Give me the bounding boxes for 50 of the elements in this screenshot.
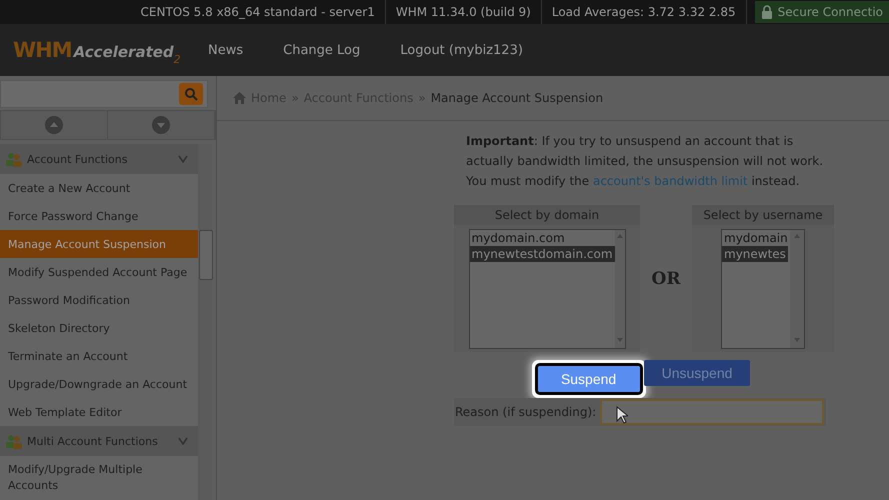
logo-version: 2 — [174, 53, 181, 66]
sidebar-item[interactable]: Skeleton Directory — [0, 314, 198, 342]
caret-icon — [178, 155, 188, 163]
sidebar-item[interactable]: Force Password Change — [0, 202, 198, 230]
current-page-title: Manage Account Suspension — [430, 91, 604, 105]
username-list[interactable]: mydomain mynewtes — [721, 229, 805, 349]
search-button[interactable] — [179, 83, 203, 105]
or-label: OR — [652, 268, 680, 288]
sidebar-item[interactable]: Modify/Upgrade Multiple Accounts — [0, 456, 198, 500]
scrollbar[interactable] — [198, 144, 212, 500]
reason-label: Reason (if suspending): — [454, 405, 598, 419]
sidebar-item[interactable]: Upgrade/Downgrade an Account — [0, 370, 198, 398]
logo-script-text: Accelerated — [74, 43, 174, 61]
sidebar-section-header[interactable]: Multi Account Functions — [0, 426, 198, 456]
list-option[interactable]: mydomain — [722, 230, 790, 246]
suspend-button[interactable]: Suspend — [538, 366, 640, 392]
sidebar-item[interactable]: Modify Suspended Account Page — [0, 258, 198, 286]
users-icon — [5, 151, 23, 167]
list-option[interactable]: mydomain.com — [470, 230, 567, 246]
search-icon — [184, 87, 198, 101]
list-option[interactable]: mynewtes — [722, 246, 788, 262]
lock-icon — [760, 5, 773, 19]
users-icon — [5, 433, 23, 449]
unsuspend-button[interactable]: Unsuspend — [644, 360, 750, 386]
nav-link[interactable]: Logout (mybiz123) — [400, 42, 523, 58]
sidebar-item[interactable]: Web Template Editor — [0, 398, 198, 426]
sidebar-section-header[interactable]: Account Functions — [0, 144, 198, 174]
bandwidth-limit-link[interactable]: account's bandwidth limit — [592, 174, 748, 188]
secure-connection-badge: Secure Connectio — [754, 1, 889, 23]
nav-link[interactable]: News — [208, 42, 244, 58]
reason-input[interactable] — [600, 399, 824, 425]
logo-text: WHM — [13, 38, 72, 62]
search-field[interactable] — [0, 80, 208, 108]
domain-list[interactable]: mydomain.com mynewtestdomain.com — [468, 229, 626, 349]
home-icon — [233, 92, 246, 104]
notice-text: Important: If you try to unsuspend an account that is actually bandwidth limited, the unsuspension will not work. You must modify the account's bandwidth limit instead. — [466, 133, 824, 190]
scroll-down-button[interactable] — [108, 111, 215, 139]
breadcrumb-separator: » — [291, 91, 299, 105]
scroll-up-button[interactable] — [1, 111, 108, 139]
nav-link[interactable]: Change Log — [283, 42, 360, 58]
list-option[interactable]: mynewtestdomain.com — [470, 246, 615, 262]
section-title: Account Functions — [27, 152, 128, 166]
sidebar-item[interactable]: Manage Account Suspension — [0, 230, 198, 258]
sidebar-item[interactable]: Create a New Account — [0, 174, 198, 202]
section-title: Multi Account Functions — [27, 434, 159, 448]
breadcrumb-separator: » — [418, 91, 426, 105]
sidebar-item[interactable]: Terminate an Account — [0, 342, 198, 370]
sidebar-item[interactable]: Password Modification — [0, 286, 198, 314]
caret-icon — [178, 437, 188, 445]
mouse-pointer-icon — [616, 406, 628, 424]
